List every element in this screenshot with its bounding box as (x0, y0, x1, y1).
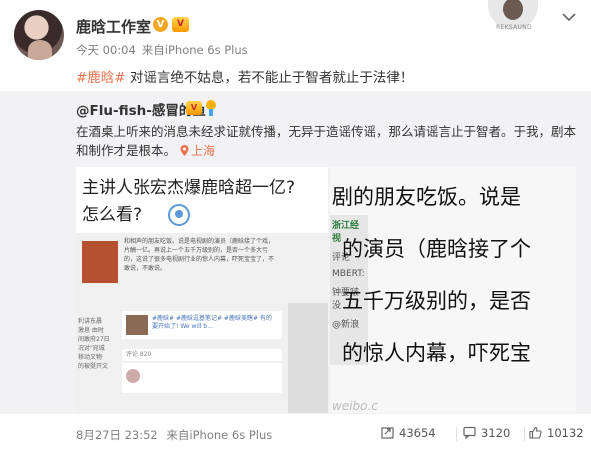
divider (524, 427, 525, 441)
strip-item: MBERT: (332, 269, 365, 279)
repost-image-right[interactable]: 浙江经视 评论 MBERT: 钟要啵没 @新浪 剧的朋友吃饭。说是 的演员（鹿晗… (330, 167, 576, 413)
chevron-down-icon[interactable] (560, 10, 578, 24)
footer-source: 来自iPhone 6s Plus (166, 428, 273, 442)
weibo-watermark: weibo.c (332, 399, 378, 413)
thumbs-up-icon (529, 426, 542, 439)
location-pin-icon (180, 145, 189, 156)
post-time[interactable]: 今天 00:04 (76, 43, 136, 57)
footer-meta: 8月27日 23:52 来自iPhone 6s Plus (76, 427, 272, 443)
post-header: 鹿晗工作室 V V 今天 00:04 来自iPhone 6s Plus #鹿晗# … (0, 0, 591, 90)
image-right-line: 的演员（鹿晗接了个 (342, 237, 531, 261)
post-text: 对谣言绝不姑息，若不能止于智者就止于法律！ (125, 70, 414, 86)
repost-body: 在酒桌上听来的消息未经求证就传播，无异于造谣传谣，那么请谣言止于智者。于我，剧本… (76, 124, 577, 158)
footer-date[interactable]: 8月27日 23:52 (76, 428, 158, 442)
topic-tag[interactable]: #鹿晗# (76, 70, 126, 86)
image-left-title-line2: 怎么看? (82, 205, 143, 225)
medal-icon (206, 100, 216, 116)
strip-item: @新浪 (332, 320, 360, 330)
repost-icon (381, 427, 394, 439)
screenshot-card: #鹿晗# #鹿晗逗基笔记# #鹿晗美瞎# 有的要开始了! We will b..… (122, 311, 282, 339)
repost-container: @Flu-fish-感冒的鱼 V 在酒桌上听来的消息未经求证就传播，无异于造谣传… (0, 91, 591, 414)
screenshot-comment (122, 363, 282, 393)
verified-badge-icon: V (153, 17, 168, 32)
location-link[interactable]: 上海 (180, 144, 215, 158)
image-right-line: 的惊人内幕，吓死宝 (342, 341, 531, 365)
repost-text: 在酒桌上听来的消息未经求证就传播，无异于造谣传谣，那么请谣言止于智者。于我，剧本… (76, 122, 576, 161)
comment-button[interactable]: 3120 (463, 426, 510, 440)
image-left-title: 主讲人张宏杰爆鹿晗超一亿? 怎么看? (82, 175, 328, 229)
card-image (126, 315, 148, 335)
card-text: #鹿晗# #鹿晗逗基笔记# #鹿晗美瞎# 有的要开始了! We will b..… (152, 315, 272, 330)
image-right-line: 五千万级别的，是否 (342, 289, 531, 313)
emoji-icon (168, 204, 190, 226)
screenshot-comment-bar: 评论 820 (122, 349, 282, 361)
screenshot-snippet: 和相声的朋友吃饭。说是电视剧的演员（鹿晗接了个戏，片酬一亿。再说上一个五千万级别… (124, 238, 275, 272)
divider (456, 427, 457, 441)
vip-badge-icon: V (172, 17, 189, 32)
screenshot-strip (288, 303, 328, 413)
screenshot-side-text: 利讲东晨 激息 由时 间敢府27日 况对"宛城 移动文物 的被挺开文 (78, 318, 110, 370)
comment-avatar (126, 369, 140, 383)
vip-badge-icon: V (186, 101, 202, 115)
thumbnail-image (82, 241, 118, 283)
image-left-title-line1: 主讲人张宏杰爆鹿晗超一亿? (82, 178, 296, 198)
location-text: 上海 (191, 144, 216, 158)
post-source: 来自iPhone 6s Plus (141, 43, 248, 57)
post-meta: 今天 00:04 来自iPhone 6s Plus (76, 42, 254, 58)
post-footer: 8月27日 23:52 来自iPhone 6s Plus 43654 3120 … (0, 414, 591, 457)
image-right-line: 剧的朋友吃饭。说是 (332, 185, 521, 209)
repost-button[interactable]: 43654 (381, 426, 436, 440)
post-content: #鹿晗# 对谣言绝不姑息，若不能止于智者就止于法律！ (76, 66, 413, 86)
comment-count: 3120 (481, 426, 511, 440)
like-button[interactable]: 10132 (529, 426, 584, 440)
comment-icon (463, 426, 476, 440)
like-count: 10132 (547, 426, 584, 440)
repost-image-left[interactable]: 主讲人张宏杰爆鹿晗超一亿? 怎么看? 和相声的朋友吃饭。说是电视剧的演员（鹿晗接… (76, 167, 328, 413)
repost-count: 43654 (399, 426, 436, 440)
author-name[interactable]: 鹿晗工作室 (76, 16, 151, 37)
corner-label: REKSAUND (496, 24, 532, 31)
author-avatar[interactable] (14, 10, 64, 60)
